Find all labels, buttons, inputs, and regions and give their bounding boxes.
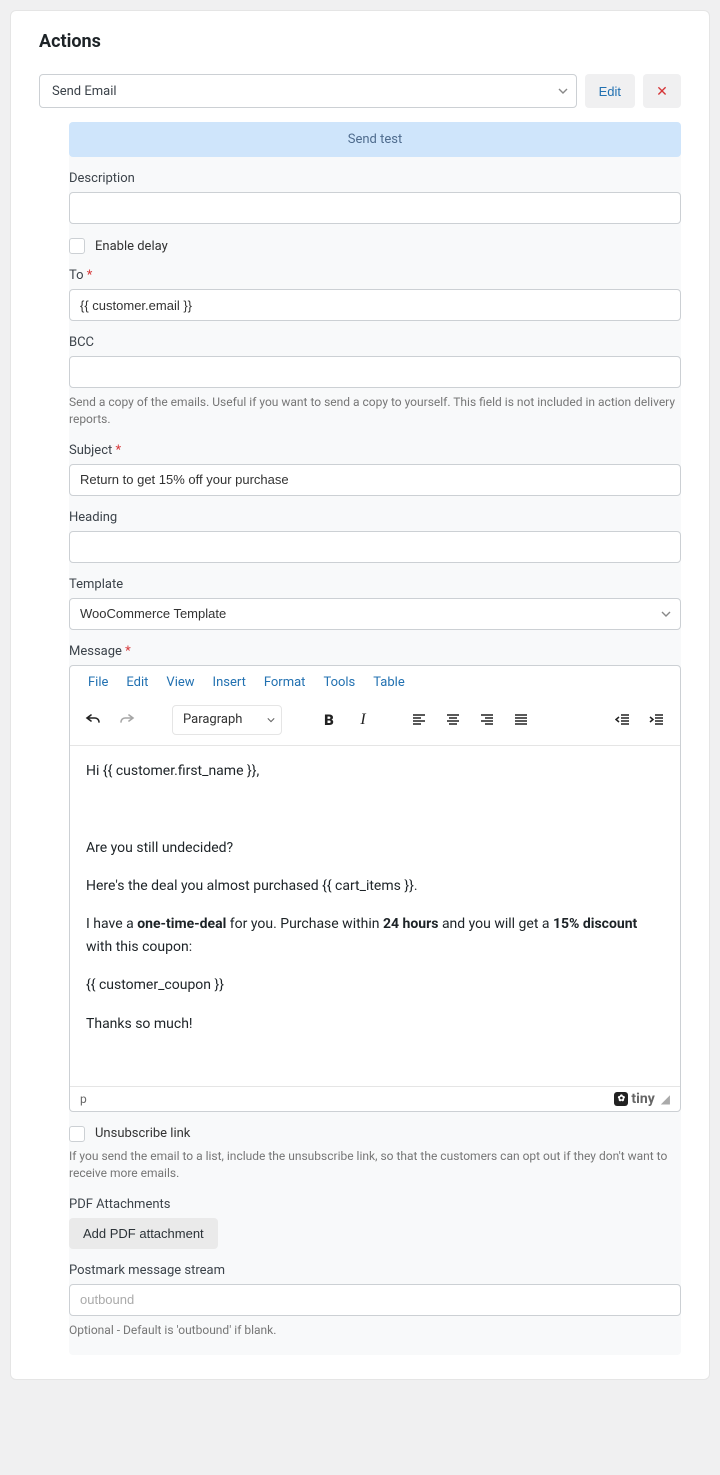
align-right-icon: [479, 712, 495, 728]
menu-view[interactable]: View: [166, 675, 194, 690]
editor-content-area[interactable]: Hi {{ customer.first_name }}, Are you st…: [70, 746, 680, 1086]
pdf-label: PDF Attachments: [69, 1197, 681, 1212]
align-right-button[interactable]: [472, 705, 502, 735]
undo-icon: [85, 712, 101, 728]
required-marker: *: [115, 443, 121, 458]
action-type-value: Send Email: [52, 84, 117, 99]
message-label: Message: [69, 644, 122, 659]
unsubscribe-checkbox[interactable]: [69, 1126, 85, 1142]
redo-icon: [119, 712, 135, 728]
indent-button[interactable]: [642, 705, 672, 735]
block-format-value: Paragraph: [183, 712, 242, 727]
required-marker: *: [87, 268, 93, 283]
unsubscribe-label: Unsubscribe link: [95, 1126, 190, 1141]
text: I have a: [86, 916, 137, 932]
menu-insert[interactable]: Insert: [213, 675, 246, 690]
merge-tag: {{ cart_items }}: [322, 878, 414, 894]
align-justify-icon: [513, 712, 529, 728]
indent-icon: [649, 712, 665, 728]
block-format-select[interactable]: Paragraph: [172, 705, 282, 735]
description-label: Description: [69, 171, 681, 186]
send-test-button[interactable]: Send test: [69, 122, 681, 157]
subject-label: Subject: [69, 443, 112, 458]
bcc-help: Send a copy of the emails. Useful if you…: [69, 394, 681, 429]
page-title: Actions: [39, 31, 681, 52]
text: ,: [256, 763, 259, 779]
bold-icon: B: [324, 711, 334, 729]
editor-toolbar: Paragraph B I: [70, 699, 680, 746]
action-body: Send test Description Enable delay To * …: [69, 122, 681, 1355]
text: Thanks so much!: [86, 1013, 664, 1035]
editor-path: p: [80, 1092, 87, 1106]
text-bold: 15% discount: [553, 916, 637, 932]
tiny-logo-icon: ✿: [614, 1092, 628, 1106]
text: .: [414, 878, 418, 894]
merge-tag: {{ customer.first_name }}: [103, 763, 257, 779]
editor-menubar: File Edit View Insert Format Tools Table: [70, 666, 680, 699]
edit-button[interactable]: Edit: [585, 74, 635, 108]
postmark-label: Postmark message stream: [69, 1263, 681, 1278]
text-bold: 24 hours: [383, 916, 438, 932]
heading-input[interactable]: [69, 531, 681, 563]
postmark-help: Optional - Default is 'outbound' if blan…: [69, 1322, 681, 1339]
chevron-down-icon: [558, 86, 568, 96]
required-marker: *: [125, 644, 131, 659]
menu-table[interactable]: Table: [373, 675, 404, 690]
close-icon: ✕: [656, 83, 668, 100]
bcc-label: BCC: [69, 335, 681, 350]
action-header-row: Send Email Edit ✕: [39, 74, 681, 108]
redo-button[interactable]: [112, 705, 142, 735]
delete-button[interactable]: ✕: [643, 74, 681, 108]
postmark-input[interactable]: [69, 1284, 681, 1316]
outdent-button[interactable]: [608, 705, 638, 735]
actions-card: Actions Send Email Edit ✕ Send test Desc…: [10, 10, 710, 1380]
action-type-select[interactable]: Send Email: [39, 74, 577, 108]
menu-format[interactable]: Format: [264, 675, 306, 690]
align-center-icon: [445, 712, 461, 728]
editor-footer: p ✿ tiny ◢: [70, 1086, 680, 1111]
italic-icon: I: [360, 711, 365, 729]
align-left-icon: [411, 712, 427, 728]
to-label: To: [69, 268, 84, 283]
description-input[interactable]: [69, 192, 681, 224]
align-left-button[interactable]: [404, 705, 434, 735]
tiny-brand: ✿ tiny: [614, 1091, 654, 1107]
menu-edit[interactable]: Edit: [126, 675, 148, 690]
tiny-brand-label: tiny: [631, 1091, 654, 1107]
to-input[interactable]: [69, 289, 681, 321]
menu-tools[interactable]: Tools: [323, 675, 355, 690]
outdent-icon: [615, 712, 631, 728]
bold-button[interactable]: B: [314, 705, 344, 735]
menu-file[interactable]: File: [88, 675, 108, 690]
text-bold: one-time-deal: [137, 916, 226, 932]
template-label: Template: [69, 577, 681, 592]
undo-button[interactable]: [78, 705, 108, 735]
text: Here's the deal you almost purchased: [86, 878, 322, 894]
add-pdf-button[interactable]: Add PDF attachment: [69, 1218, 218, 1249]
bcc-input[interactable]: [69, 356, 681, 388]
richtext-editor: File Edit View Insert Format Tools Table…: [69, 665, 681, 1112]
resize-handle-icon[interactable]: ◢: [661, 1092, 670, 1106]
text: for you. Purchase within: [226, 916, 383, 932]
subject-input[interactable]: [69, 464, 681, 496]
text: with this coupon:: [86, 939, 192, 955]
enable-delay-label: Enable delay: [95, 239, 168, 254]
text: Hi: [86, 763, 103, 779]
template-select[interactable]: [69, 598, 681, 630]
align-justify-button[interactable]: [506, 705, 536, 735]
align-center-button[interactable]: [438, 705, 468, 735]
heading-label: Heading: [69, 510, 681, 525]
italic-button[interactable]: I: [348, 705, 378, 735]
text: Are you still undecided?: [86, 837, 664, 859]
chevron-down-icon: [267, 716, 275, 724]
text: and you will get a: [438, 916, 553, 932]
merge-tag: {{ customer_coupon }}: [86, 974, 664, 996]
enable-delay-checkbox[interactable]: [69, 238, 85, 254]
unsubscribe-help: If you send the email to a list, include…: [69, 1148, 681, 1183]
